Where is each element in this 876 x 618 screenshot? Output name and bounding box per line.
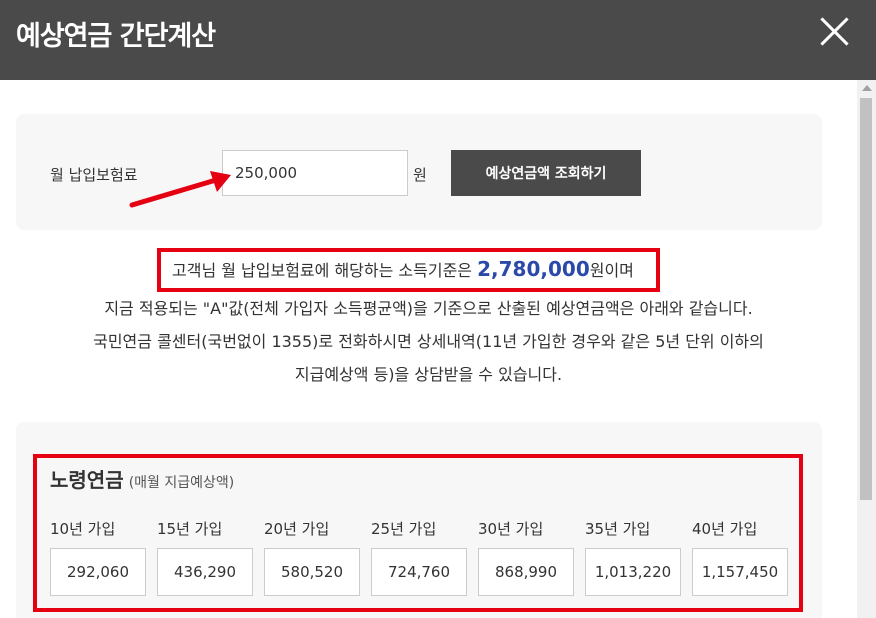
year-value: 580,520 (264, 548, 360, 596)
income-message-prefix: 고객님 월 납입보험료에 해당하는 소득기준은 (172, 261, 478, 280)
dialog-title: 예상연금 간단계산 (16, 21, 216, 52)
year-label: 35년 가입 (585, 520, 651, 538)
year-label: 40년 가입 (692, 520, 758, 538)
dialog-header: 예상연금 간단계산 (0, 0, 876, 80)
year-label: 10년 가입 (50, 520, 116, 538)
year-value: 868,990 (478, 548, 574, 596)
year-value: 1,157,450 (692, 548, 788, 596)
premium-input[interactable] (222, 150, 408, 196)
info-line-4: 지급예상액 등)을 상담받을 수 있습니다. (294, 365, 563, 384)
year-value: 724,760 (371, 548, 467, 596)
year-label: 25년 가입 (371, 520, 437, 538)
pension-title-main: 노령연금 (50, 468, 124, 492)
scroll-up-arrow-icon[interactable] (862, 85, 872, 91)
income-amount: 2,780,000 (477, 257, 590, 281)
year-value: 436,290 (157, 548, 253, 596)
red-arrow-icon (129, 171, 231, 208)
pension-title-sub: (매월 지급예상액) (128, 475, 235, 491)
pension-title: 노령연금 (매월 지급예상액) (50, 464, 234, 493)
year-value: 292,060 (50, 548, 146, 596)
lookup-button[interactable]: 예상연금액 조회하기 (451, 150, 641, 196)
info-line-3: 국민연금 콜센터(국번없이 1355)로 전화하시면 상세내역(11년 가입한 … (93, 332, 764, 351)
close-icon[interactable] (818, 14, 852, 48)
info-line-2: 지금 적용되는 "A"값(전체 가입자 소득평균액)을 기준으로 산출된 예상연… (104, 299, 753, 318)
year-label: 30년 가입 (478, 520, 544, 538)
income-message: 고객님 월 납입보험료에 해당하는 소득기준은 2,780,000원이며 (172, 257, 653, 281)
year-label: 20년 가입 (264, 520, 330, 538)
year-label: 15년 가입 (157, 520, 223, 538)
unit-label: 원 (413, 166, 427, 184)
scrollbar-thumb[interactable] (860, 98, 872, 500)
income-message-suffix: 원이며 (589, 261, 634, 280)
premium-label: 월 납입보험료 (50, 166, 138, 184)
year-value: 1,013,220 (585, 548, 681, 596)
scrollbar[interactable] (857, 80, 876, 618)
